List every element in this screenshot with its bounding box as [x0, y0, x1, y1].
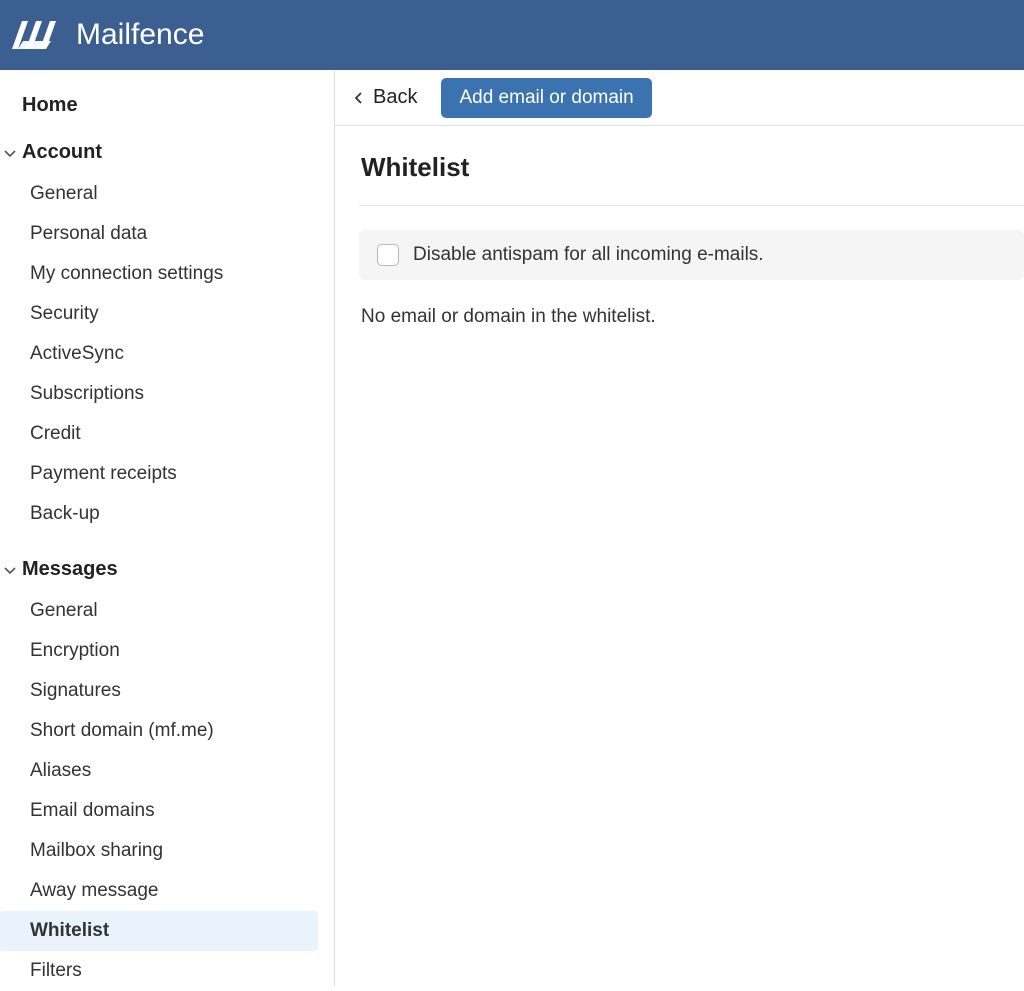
sidebar-section-label: Messages	[22, 558, 118, 581]
sidebar-item-connection-settings[interactable]: My connection settings	[0, 254, 334, 294]
sidebar-item-security[interactable]: Security	[0, 294, 334, 334]
brand[interactable]: Mailfence	[12, 15, 204, 55]
brand-name: Mailfence	[76, 18, 204, 52]
toolbar: Back Add email or domain	[335, 70, 1024, 126]
sidebar-item-encryption[interactable]: Encryption	[0, 631, 334, 671]
sidebar-section-label: Account	[22, 141, 102, 164]
disable-antispam-row: Disable antispam for all incoming e-mail…	[359, 230, 1024, 280]
settings-sidebar: Home Account General Personal data My co…	[0, 70, 335, 986]
sidebar-item-away-message[interactable]: Away message	[0, 871, 334, 911]
disable-antispam-checkbox[interactable]	[377, 244, 399, 266]
sidebar-item-activesync[interactable]: ActiveSync	[0, 334, 334, 374]
sidebar-item-short-domain[interactable]: Short domain (mf.me)	[0, 711, 334, 751]
chevron-left-icon	[353, 91, 367, 105]
sidebar-section-account[interactable]: Account	[0, 131, 334, 174]
sidebar-item-general[interactable]: General	[0, 174, 334, 214]
sidebar-section-messages[interactable]: Messages	[0, 548, 334, 591]
sidebar-item-backup[interactable]: Back-up	[0, 494, 334, 534]
sidebar-home[interactable]: Home	[0, 80, 334, 131]
sidebar-item-mailbox-sharing[interactable]: Mailbox sharing	[0, 831, 334, 871]
sidebar-item-whitelist[interactable]: Whitelist	[0, 911, 318, 951]
back-label: Back	[373, 86, 417, 109]
app-header: Mailfence	[0, 0, 1024, 70]
main-panel: Back Add email or domain Whitelist Disab…	[335, 70, 1024, 986]
disable-antispam-label: Disable antispam for all incoming e-mail…	[413, 244, 764, 266]
page-title: Whitelist	[359, 152, 1024, 206]
content: Whitelist Disable antispam for all incom…	[335, 126, 1024, 328]
add-email-or-domain-button[interactable]: Add email or domain	[441, 78, 651, 118]
chevron-down-icon	[2, 145, 18, 161]
whitelist-empty-message: No email or domain in the whitelist.	[361, 306, 1024, 328]
brand-logo-icon	[12, 15, 64, 55]
sidebar-messages-list: General Encryption Signatures Short doma…	[0, 591, 334, 991]
sidebar-item-payment-receipts[interactable]: Payment receipts	[0, 454, 334, 494]
sidebar-item-subscriptions[interactable]: Subscriptions	[0, 374, 334, 414]
chevron-down-icon	[2, 562, 18, 578]
sidebar-item-email-domains[interactable]: Email domains	[0, 791, 334, 831]
back-button[interactable]: Back	[353, 86, 417, 109]
sidebar-item-general[interactable]: General	[0, 591, 334, 631]
sidebar-account-list: General Personal data My connection sett…	[0, 174, 334, 534]
sidebar-item-credit[interactable]: Credit	[0, 414, 334, 454]
sidebar-item-filters[interactable]: Filters	[0, 951, 334, 991]
sidebar-item-aliases[interactable]: Aliases	[0, 751, 334, 791]
sidebar-item-personal-data[interactable]: Personal data	[0, 214, 334, 254]
sidebar-item-signatures[interactable]: Signatures	[0, 671, 334, 711]
